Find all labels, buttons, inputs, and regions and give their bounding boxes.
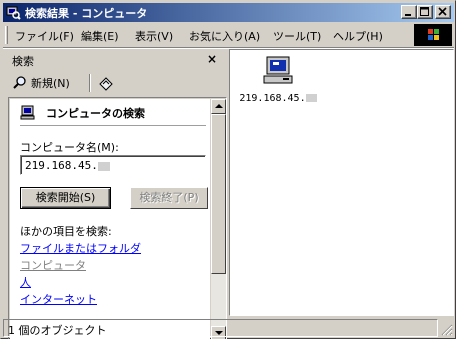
scroll-up-button[interactable] [211, 99, 226, 114]
explorer-window: 検索結果 - コンピュータ ファイル(F) 編集(E) 表示(V) お気に入り(… [0, 0, 456, 339]
redacted-block [305, 94, 317, 102]
new-search-button[interactable]: 新規(N) [12, 74, 70, 92]
start-search-button[interactable]: 検索開始(S) [20, 187, 111, 209]
section-divider [20, 125, 206, 126]
search-options-icon[interactable] [98, 75, 114, 91]
link-files-folders[interactable]: ファイルまたはフォルダ [20, 240, 141, 256]
computer-name-value: 219.168.45. [25, 159, 98, 172]
vertical-scrollbar[interactable] [211, 99, 226, 339]
search-pane-body: コンピュータの検索 コンピュータ名(M): 219.168.45. 検索開始(S… [8, 97, 227, 339]
search-pane-toolbar: 新規(N) [4, 71, 226, 95]
link-internet[interactable]: インターネット [20, 291, 97, 307]
other-items-label: ほかの項目を検索: [20, 225, 112, 238]
toolbar-separator [89, 74, 91, 92]
status-bar: 1 個のオブジェクト [3, 318, 454, 337]
redacted-block [97, 161, 110, 171]
computer-name-input[interactable]: 219.168.45. [20, 155, 206, 175]
search-form: コンピュータの検索 コンピュータ名(M): 219.168.45. 検索開始(S… [10, 99, 210, 339]
menu-favorites[interactable]: お気に入り(A) [189, 28, 260, 44]
scroll-thumb[interactable] [211, 114, 226, 274]
windows-logo [414, 24, 452, 46]
section-title: コンピュータの検索 [46, 107, 145, 120]
computer-name-label: コンピュータ名(M): [20, 141, 119, 154]
title-bar[interactable]: 検索結果 - コンピュータ [3, 3, 454, 22]
section-header: コンピュータの検索 [20, 105, 145, 121]
stop-search-button[interactable]: 検索終了(P) [130, 187, 208, 209]
link-computer[interactable]: コンピュータ [20, 257, 86, 273]
maximize-icon [420, 7, 429, 16]
windows-flag-icon [428, 29, 439, 40]
menu-help[interactable]: ヘルプ(H) [333, 28, 383, 44]
arrow-up-icon [215, 104, 223, 108]
pane-close-icon[interactable]: × [205, 52, 219, 66]
menu-edit[interactable]: 編集(E) [81, 28, 119, 44]
results-pane[interactable]: 219.168.45. [229, 49, 454, 316]
result-ip: 219.168.45. [239, 93, 306, 104]
search-app-icon [6, 6, 21, 20]
menu-view[interactable]: 表示(V) [135, 28, 173, 44]
maximize-button[interactable] [417, 5, 433, 19]
search-pane-header: 検索 × [4, 49, 226, 69]
status-text: 1 個のオブジェクト [3, 319, 438, 337]
search-pane: 検索 × 新規(N) コンピュータの検索 コンピュータ名(M): 219.168… [4, 49, 227, 339]
result-item[interactable]: 219.168.45. [234, 54, 322, 104]
close-icon [438, 7, 447, 16]
window-title: 検索結果 - コンピュータ [25, 7, 148, 20]
search-pane-title: 検索 [12, 55, 34, 68]
computer-icon [20, 105, 35, 120]
resize-grip-icon[interactable] [441, 324, 453, 336]
result-label: 219.168.45. [234, 93, 322, 104]
computer-icon [263, 56, 293, 84]
minimize-icon [405, 14, 411, 16]
menu-tools[interactable]: ツール(T) [273, 28, 321, 44]
menu-file[interactable]: ファイル(F) [15, 28, 74, 44]
link-people[interactable]: 人 [20, 274, 31, 290]
menu-bar: ファイル(F) 編集(E) 表示(V) お気に入り(A) ツール(T) ヘルプ(… [3, 24, 454, 46]
new-search-label: 新規(N) [31, 77, 70, 90]
close-button[interactable] [435, 5, 451, 19]
minimize-button[interactable] [401, 5, 417, 19]
menubar-grip[interactable] [5, 26, 8, 44]
magnifier-icon [13, 76, 26, 89]
